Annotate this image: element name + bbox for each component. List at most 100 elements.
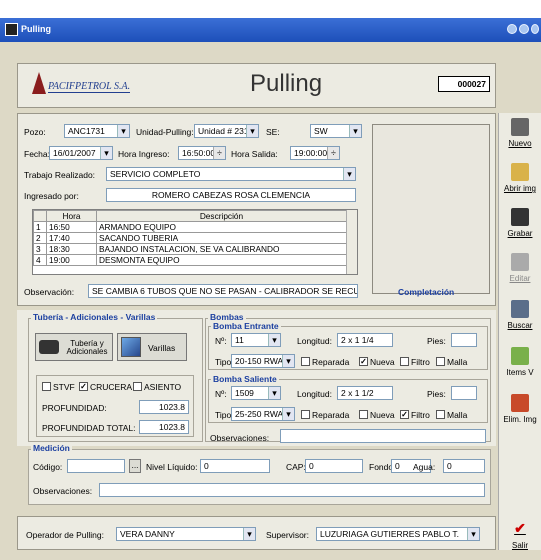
table-row[interactable]: 4 19:00 DESMONTA EQUIPO	[33, 254, 347, 266]
saliente-malla-label: Malla	[447, 410, 468, 420]
agua-label: Agua:	[413, 462, 436, 472]
row-hora[interactable]: 16:50	[46, 221, 97, 233]
entrante-longitud-input[interactable]: 2 x 1 1/4	[337, 333, 393, 347]
prof-total-label: PROFUNDIDAD TOTAL:	[42, 423, 136, 433]
bomba-entrante-group: Bomba Entrante Nº: 11 Longitud: 2 x 1 1/…	[208, 321, 488, 370]
entrante-pies-input[interactable]	[451, 333, 477, 347]
medicion-group: Medición Código: ... Nivel Líquido: 0 CA…	[28, 443, 491, 505]
entrante-tipo-select[interactable]: 20-150 RWA	[231, 354, 295, 368]
pozo-select[interactable]: ANC1731	[64, 124, 130, 138]
observacion-input[interactable]: SE CAMBIA 6 TUBOS QUE NO SE PASAN - CALI…	[88, 284, 358, 298]
nivel-input[interactable]: 0	[200, 459, 270, 473]
fecha-select[interactable]: 16/01/2007	[49, 146, 113, 160]
minimize-icon[interactable]	[507, 24, 517, 34]
tuberia-title: Tubería - Adicionales - Varillas	[31, 312, 158, 322]
saliente-reparada-checkbox[interactable]	[301, 410, 310, 419]
profundidad-box: STVF ✓ CRUCERA ASIENTO PROFUNDIDAD: 1023…	[36, 375, 194, 437]
saliente-filtro-checkbox[interactable]: ✓	[400, 410, 409, 419]
entrante-longitud-label: Longitud:	[297, 336, 332, 346]
hora-salida-input[interactable]: 19:00:00	[290, 146, 340, 160]
grabar-button[interactable]: Grabar	[502, 208, 538, 238]
logo-icon	[32, 72, 46, 94]
elim-label: Elim. Img	[503, 415, 537, 424]
saliente-pies-input[interactable]	[451, 386, 477, 400]
codigo-label: Código:	[33, 462, 63, 472]
items-label: Items V	[506, 368, 534, 377]
header-panel: PACIFPETROL S.A. Pulling 000027	[17, 63, 496, 108]
profundidad-input[interactable]: 1023.8	[139, 400, 189, 414]
codigo-browse-button[interactable]: ...	[129, 459, 141, 473]
entrante-n-select[interactable]: 11	[231, 333, 281, 347]
agua-input[interactable]: 0	[443, 459, 485, 473]
nuevo-button[interactable]: Nuevo	[502, 118, 538, 148]
se-select[interactable]: SW	[310, 124, 362, 138]
footer-panel: Operador de Pulling: VERA DANNY Supervis…	[17, 516, 496, 550]
maximize-icon[interactable]	[519, 24, 529, 34]
new-document-icon	[511, 118, 529, 136]
table-scrollbar[interactable]	[346, 210, 357, 274]
entrante-reparada-checkbox[interactable]	[301, 357, 310, 366]
saliente-tipo-select[interactable]: 25-250 RWA	[231, 407, 295, 421]
salir-button[interactable]: ✔ Salir	[502, 520, 538, 550]
varillas-button-label: Varillas	[148, 343, 176, 353]
stvf-checkbox[interactable]	[42, 382, 51, 391]
saliente-malla-checkbox[interactable]	[436, 410, 445, 419]
saliente-nueva-checkbox[interactable]	[359, 410, 368, 419]
varillas-button[interactable]: Varillas	[117, 333, 187, 361]
entrante-malla-checkbox[interactable]	[436, 357, 445, 366]
save-icon	[511, 208, 529, 226]
asiento-label: ASIENTO	[144, 382, 182, 392]
entrante-nueva-checkbox[interactable]: ✓	[359, 357, 368, 366]
asiento-checkbox[interactable]	[133, 382, 142, 391]
cap-input[interactable]: 0	[305, 459, 363, 473]
row-hora[interactable]: 19:00	[46, 254, 97, 266]
close-icon[interactable]	[531, 24, 539, 34]
form-title: Pulling	[250, 70, 323, 97]
operador-select[interactable]: VERA DANNY	[116, 527, 256, 541]
editar-button[interactable]: Editar	[502, 253, 538, 283]
supervisor-select[interactable]: LUZURIAGA GUTIERRES PABLO T.	[316, 527, 480, 541]
tuberia-button[interactable]: Tubería y Adicionales	[35, 333, 113, 361]
trabajo-label: Trabajo Realizado:	[24, 170, 96, 180]
saliente-longitud-input[interactable]: 2 x 1 1/2	[337, 386, 393, 400]
main-panel: Pozo: ANC1731 Unidad-Pulling: Unidad # 2…	[17, 113, 496, 306]
bomba-entrante-title: Bomba Entrante	[211, 321, 281, 331]
row-desc[interactable]: DESMONTA EQUIPO	[96, 254, 347, 266]
nuevo-label: Nuevo	[508, 139, 532, 148]
entrante-filtro-label: Filtro	[411, 357, 430, 367]
completacion-label: Completación	[398, 287, 455, 297]
row-hora[interactable]: 17:40	[46, 232, 97, 244]
table-row[interactable]: 1 16:50 ARMANDO EQUIPO	[33, 221, 347, 233]
row-desc[interactable]: BAJANDO INSTALACION, SE VA CALIBRANDO	[96, 243, 347, 255]
medicion-obs-input[interactable]	[99, 483, 485, 497]
varillas-icon	[121, 337, 141, 357]
elim-img-button[interactable]: Elim. Img	[500, 394, 540, 424]
table-row[interactable]: 2 17:40 SACANDO TUBERIA	[33, 232, 347, 244]
row-desc[interactable]: ARMANDO EQUIPO	[96, 221, 347, 233]
bombas-obs-input[interactable]	[280, 429, 486, 443]
saliente-n-select[interactable]: 1509	[231, 386, 281, 400]
row-desc[interactable]: SACANDO TUBERIA	[96, 232, 347, 244]
codigo-input[interactable]	[67, 459, 125, 473]
col-descripcion: Descripción	[96, 210, 347, 222]
hora-ingreso-label: Hora Ingreso:	[118, 149, 170, 159]
buscar-button[interactable]: Buscar	[502, 300, 538, 330]
abrir-img-button[interactable]: Abrir img	[502, 163, 538, 193]
items-v-button[interactable]: Items V	[502, 347, 538, 377]
table-row[interactable]: 3 18:30 BAJANDO INSTALACION, SE VA CALIBRA…	[33, 243, 347, 255]
entrante-reparada-label: Reparada	[312, 357, 350, 367]
operador-label: Operador de Pulling:	[26, 530, 104, 540]
unidad-select[interactable]: Unidad # 231	[194, 124, 259, 138]
ingresado-label: Ingresado por:	[24, 191, 79, 201]
hora-ingreso-input[interactable]: 16:50:00	[178, 146, 226, 160]
row-hora[interactable]: 18:30	[46, 243, 97, 255]
entrante-n-label: Nº:	[215, 336, 227, 346]
col-hora: Hora	[46, 210, 97, 222]
truck-icon	[39, 340, 59, 354]
prof-total-input[interactable]: 1023.8	[139, 420, 189, 434]
entrante-filtro-checkbox[interactable]	[400, 357, 409, 366]
trabajo-select[interactable]: SERVICIO COMPLETO	[106, 167, 356, 181]
crucera-checkbox[interactable]: ✓	[79, 382, 88, 391]
row-number: 1	[33, 221, 47, 233]
tuberia-group: Tubería - Adicionales - Varillas Tubería…	[28, 312, 203, 442]
